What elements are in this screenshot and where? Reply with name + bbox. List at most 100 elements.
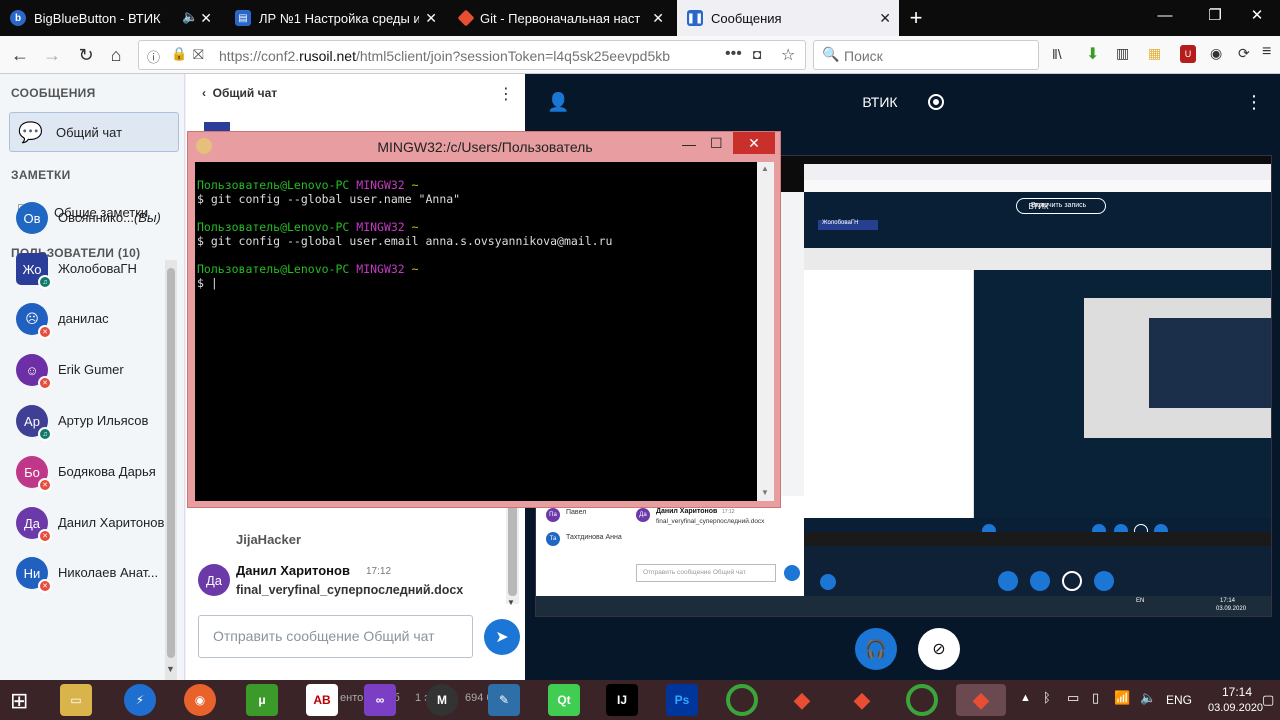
session-options-icon[interactable]: ⋮ <box>1245 92 1263 113</box>
tab-messages[interactable]: ❚❚ Сообщения ✕ <box>677 0 899 36</box>
user-list-item[interactable]: Жо ♫ ЖолобоваГН <box>0 247 165 297</box>
display-icon[interactable]: ▭ <box>1067 690 1079 706</box>
search-bar[interactable]: 🔍 Поиск <box>813 40 1039 70</box>
tab-git[interactable]: Git - Первоначальная настро ✕ <box>450 0 672 36</box>
url-text[interactable]: https://conf2.rusoil.net/html5client/joi… <box>219 48 670 64</box>
minimize-icon[interactable]: — <box>1142 0 1188 30</box>
user-list-item[interactable]: Ар ♫ Артур Ильясов <box>0 399 165 449</box>
scrollbar-thumb[interactable] <box>167 268 175 658</box>
terminal-titlebar[interactable]: MINGW32:/c/Users/Пользователь — ☐ ✕ <box>188 132 782 162</box>
chat-header[interactable]: ‹ Общий чат <box>202 86 277 100</box>
camera-off-icon: ⊘ <box>932 641 946 658</box>
extension-icon[interactable]: ▦ <box>1148 45 1161 62</box>
terminal-maximize-icon[interactable]: ☐ <box>710 135 723 152</box>
notifications-icon[interactable]: ▢ <box>1262 692 1274 708</box>
messages-section-title: СООБЩЕНИЯ <box>11 86 96 100</box>
close-tab-icon[interactable]: ✕ <box>652 10 664 27</box>
scroll-down-icon[interactable]: ▼ <box>761 488 769 497</box>
chat-message-input[interactable]: Отправить сообщение Общий чат <box>198 615 473 658</box>
terminal-output[interactable]: Пользователь@Lenovo-PC MINGW32 ~ $ git c… <box>195 162 757 501</box>
wifi-icon[interactable]: 📶 <box>1114 690 1130 706</box>
pocket-icon[interactable]: ◘ <box>753 46 761 62</box>
torrent-icon[interactable]: μ <box>246 684 278 716</box>
permissions-icon[interactable]: ⛝ <box>193 46 204 63</box>
reload-icon[interactable]: ↻ <box>74 44 98 66</box>
user-list-item[interactable]: ☹ ✕ данилас <box>0 297 165 347</box>
git-bash-icon[interactable]: ◆ <box>846 684 878 716</box>
qt-icon[interactable]: Qt <box>548 684 580 716</box>
user-list-item[interactable]: Ов Овсяннико...(Вы) <box>0 196 165 246</box>
terminal-close-button[interactable]: ✕ <box>733 132 775 154</box>
download-icon[interactable]: ⬇ <box>1086 44 1099 64</box>
close-tab-icon[interactable]: ✕ <box>425 10 437 27</box>
account-icon[interactable]: ◉ <box>1210 45 1222 62</box>
windows-start-icon[interactable]: ⊞ <box>10 688 28 714</box>
close-window-icon[interactable]: ✕ <box>1234 0 1280 30</box>
info-icon[interactable]: ⓘ <box>147 47 160 66</box>
clock-date[interactable]: 03.09.2020 <box>1208 702 1263 714</box>
restore-icon[interactable]: ❐ <box>1192 0 1238 30</box>
visual-studio-icon[interactable]: ∞ <box>364 684 396 716</box>
user-list-scrollbar[interactable]: ▼ <box>165 260 177 680</box>
tool-icon[interactable]: ✎ <box>488 684 520 716</box>
user-list-item[interactable]: Бо ✕ Бодякова Дарья <box>0 450 165 500</box>
abnet-icon[interactable]: AB <box>306 684 338 716</box>
mathcad-icon[interactable]: M <box>426 684 458 716</box>
file-explorer-icon[interactable]: ▭ <box>60 684 92 716</box>
forward-icon[interactable]: → <box>40 44 64 66</box>
tab-bigbluebutton[interactable]: b BigBlueButton - ВТИК 🔈 ✕ <box>0 0 220 36</box>
close-tab-icon[interactable]: ✕ <box>879 10 891 27</box>
record-icon[interactable] <box>928 94 944 110</box>
git-gui-icon[interactable]: ◆ <box>786 684 818 716</box>
user-list-item[interactable]: Ни ✕ Николаев Анат... <box>0 551 165 601</box>
public-chat-label: Общий чат <box>56 125 123 140</box>
menu-icon[interactable]: ≡ <box>1262 43 1271 61</box>
loading-icon[interactable] <box>726 684 758 716</box>
firefox-icon[interactable]: ◉ <box>184 684 216 716</box>
user-list-item[interactable]: ☺ ✕ Erik Gumer <box>0 348 165 398</box>
library-icon[interactable]: ‖\ <box>1052 46 1062 62</box>
chevron-left-icon[interactable]: ‹ <box>202 86 206 100</box>
bluetooth-icon[interactable]: ᛒ <box>1043 690 1051 705</box>
speed-icon[interactable]: ⚡ <box>124 684 156 716</box>
sidebar-icon[interactable]: ▥ <box>1116 45 1129 62</box>
sync-icon[interactable]: ⟳ <box>1238 45 1250 62</box>
ublock-icon[interactable]: U <box>1180 45 1196 63</box>
photoshop-icon[interactable]: Ps <box>666 684 698 716</box>
scrollbar-thumb[interactable] <box>508 504 517 596</box>
terminal-scrollbar[interactable]: ▲ ▼ <box>757 162 774 501</box>
tray-expand-icon[interactable]: ▲ <box>1020 692 1031 704</box>
page-actions-icon[interactable]: ••• <box>725 45 742 63</box>
tab-lab1[interactable]: ▤ ЛР №1 Настройка среды и ра ✕ <box>225 0 445 36</box>
doc-favicon-icon: ▤ <box>235 10 251 26</box>
new-tab-icon[interactable]: + <box>903 5 929 31</box>
clock-time[interactable]: 17:14 <box>1222 685 1252 699</box>
loading-icon[interactable] <box>906 684 938 716</box>
scroll-down-icon[interactable]: ▼ <box>507 598 515 607</box>
nested-msg-text: final_veryfinal_суперпоследний.docx <box>656 518 765 525</box>
audio-button[interactable]: 🎧 <box>855 628 897 670</box>
close-tab-icon[interactable]: ✕ <box>200 10 212 27</box>
lock-icon[interactable]: 🔒 <box>171 46 187 62</box>
home-icon[interactable]: ⌂ <box>104 44 128 66</box>
nested-date: 03.09.2020 <box>1216 606 1247 612</box>
user-name-text: Николаев Анат... <box>58 565 159 580</box>
scroll-up-icon[interactable]: ▲ <box>761 164 769 173</box>
bookmark-star-icon[interactable]: ☆ <box>781 45 795 65</box>
public-chat-item[interactable]: 💬 Общий чат <box>9 112 179 152</box>
language-indicator[interactable]: ENG <box>1166 693 1192 707</box>
terminal-minimize-icon[interactable]: — <box>682 136 696 152</box>
user-list-item[interactable]: Да ✕ Данил Харитонов <box>0 501 165 551</box>
speaker-icon[interactable]: 🔈 <box>182 9 198 25</box>
chat-options-icon[interactable]: ⋮ <box>498 84 514 104</box>
url-bar[interactable]: ⓘ 🔒 ⛝ https://conf2.rusoil.net/html5clie… <box>138 40 806 70</box>
git-active-icon[interactable]: ◆ <box>956 684 1006 716</box>
volume-icon[interactable]: 🔈 <box>1140 690 1156 706</box>
send-button[interactable]: ➤ <box>484 619 520 655</box>
intellij-icon[interactable]: IJ <box>606 684 638 716</box>
chat-scrollbar[interactable]: ▼ <box>506 504 519 607</box>
battery-icon[interactable]: ▯ <box>1092 690 1099 706</box>
webcam-button[interactable]: ⊘ <box>918 628 960 670</box>
scroll-down-icon[interactable]: ▼ <box>166 664 175 674</box>
back-icon[interactable]: ← <box>8 44 32 66</box>
